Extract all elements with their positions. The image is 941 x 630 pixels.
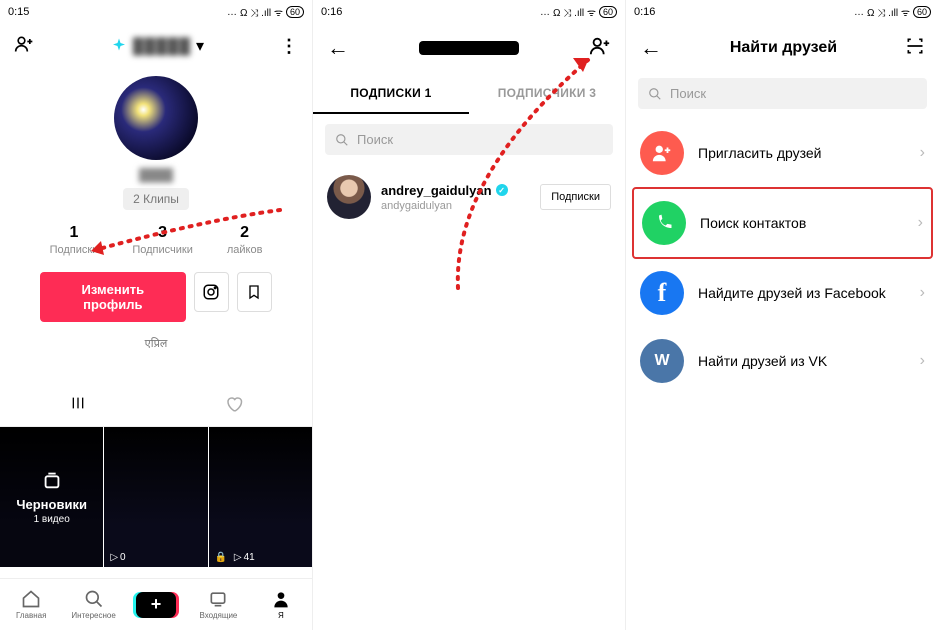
stat-followers[interactable]: 3 Подписчики (132, 224, 193, 256)
nav-home[interactable]: Главная (0, 579, 62, 630)
highlight-annotation: Поиск контактов › (632, 187, 933, 259)
home-icon (21, 589, 41, 609)
pane-find-friends: 0:16 …Ω ⤨ .ıll ᯤ60 ← Найти друзей Поиск … (626, 0, 939, 630)
bookmark-button[interactable] (237, 272, 272, 312)
status-time: 0:16 (634, 6, 655, 18)
profile-bio: एप्रिल (0, 336, 312, 351)
tab-grid[interactable] (0, 387, 156, 426)
option-facebook[interactable]: f Найдите друзей из Facebook › (626, 259, 939, 327)
clips-badge[interactable]: 2 Клипы (123, 188, 189, 210)
option-vk[interactable]: W Найти друзей из VK › (626, 327, 939, 395)
back-button[interactable]: ← (640, 35, 662, 61)
phone-icon (642, 201, 686, 245)
status-bar: 0:16 …Ω ⤨ .ıll ᯤ60 (626, 0, 939, 24)
user-avatar[interactable] (327, 175, 371, 219)
edit-profile-button[interactable]: Изменить профиль (40, 272, 186, 322)
instagram-icon (202, 283, 220, 301)
vk-icon: W (640, 339, 684, 383)
user-row[interactable]: andrey_gaidulyan andygaidulyan Подписки (313, 167, 625, 227)
thumbnail-video-1[interactable]: ▷0 (104, 427, 208, 567)
stat-following[interactable]: 1 Подписки (50, 224, 99, 256)
plus-icon: + (136, 592, 176, 618)
add-friend-icon[interactable] (14, 34, 34, 59)
more-menu-icon[interactable]: ⋮ (280, 36, 298, 57)
play-icon: ▷ (234, 552, 242, 563)
status-time: 0:15 (8, 6, 29, 18)
user-name: andrey_gaidulyan (381, 183, 530, 198)
chevron-right-icon: › (920, 352, 925, 370)
chevron-right-icon: › (920, 284, 925, 302)
profile-handle: ████ (0, 168, 312, 182)
bookmark-icon (246, 284, 262, 300)
battery-icon: 60 (286, 6, 304, 18)
back-button[interactable]: ← (327, 35, 349, 61)
facebook-icon: f (640, 271, 684, 315)
chevron-right-icon: › (918, 214, 923, 232)
user-handle: andygaidulyan (381, 200, 530, 212)
pane-profile: 0:15 …Ω ⤨ .ıll ᯤ 60 █████ ▾ ⋮ ████ 2 Кли… (0, 0, 313, 630)
thumbnail-drafts[interactable]: Черновики 1 видео (0, 427, 104, 567)
page-title: Найти друзей (730, 39, 837, 57)
pane-following: 0:16 …Ω ⤨ .ıll ᯤ60 ← ПОДПИСКИ 1 ПОДПИСЧИ… (313, 0, 626, 630)
lock-icon: 🔒 (215, 552, 227, 563)
chevron-down-icon: ▾ (196, 36, 204, 56)
search-icon (335, 133, 349, 147)
option-contacts[interactable]: Поиск контактов › (634, 189, 931, 257)
add-friend-button[interactable] (589, 35, 611, 62)
video-thumbnails: Черновики 1 видео ▷0 🔒 ▷41 (0, 427, 312, 567)
profile-stats: 1 Подписки 3 Подписчики 2 лайков (0, 224, 312, 256)
search-input[interactable]: Поиск (638, 78, 927, 109)
scan-icon (905, 36, 925, 56)
option-invite[interactable]: Пригласить друзей › (626, 119, 939, 187)
profile-tabs (0, 387, 312, 427)
nav-me[interactable]: Я (250, 579, 312, 630)
nav-discover[interactable]: Интересное (62, 579, 124, 630)
tab-followers[interactable]: ПОДПИСЧИКИ 3 (469, 76, 625, 114)
instagram-button[interactable] (194, 272, 229, 312)
status-bar: 0:15 …Ω ⤨ .ıll ᯤ 60 (0, 0, 312, 24)
status-time: 0:16 (321, 6, 342, 18)
nav-inbox[interactable]: Входящие (187, 579, 249, 630)
sparkle-icon (110, 37, 128, 55)
username-dropdown[interactable]: █████ ▾ (110, 36, 204, 56)
profile-avatar[interactable] (114, 76, 198, 160)
search-input[interactable]: Поиск (325, 124, 613, 155)
status-bar: 0:16 …Ω ⤨ .ıll ᯤ60 (313, 0, 625, 24)
inbox-icon (208, 589, 228, 609)
play-icon: ▷ (110, 552, 118, 563)
person-icon (271, 589, 291, 609)
grid-icon (70, 395, 86, 411)
thumbnail-video-2[interactable]: 🔒 ▷41 (209, 427, 312, 567)
follow-button[interactable]: Подписки (540, 184, 611, 210)
verified-icon (496, 184, 508, 196)
nav-create[interactable]: + (125, 579, 187, 630)
search-icon (648, 87, 662, 101)
username-redacted (419, 41, 519, 55)
invite-icon (640, 131, 684, 175)
add-friend-icon (589, 35, 611, 57)
scan-button[interactable] (905, 36, 925, 61)
follow-tabs: ПОДПИСКИ 1 ПОДПИСЧИКИ 3 (313, 76, 625, 114)
drafts-icon (41, 469, 63, 491)
heart-lock-icon (225, 395, 243, 413)
search-icon (84, 589, 104, 609)
bottom-nav: Главная Интересное + Входящие Я (0, 578, 312, 630)
tab-liked[interactable] (156, 387, 312, 426)
status-right: …Ω ⤨ .ıll ᯤ 60 (227, 5, 304, 19)
stat-likes[interactable]: 2 лайков (227, 224, 263, 256)
chevron-right-icon: › (920, 144, 925, 162)
tab-following[interactable]: ПОДПИСКИ 1 (313, 76, 469, 114)
